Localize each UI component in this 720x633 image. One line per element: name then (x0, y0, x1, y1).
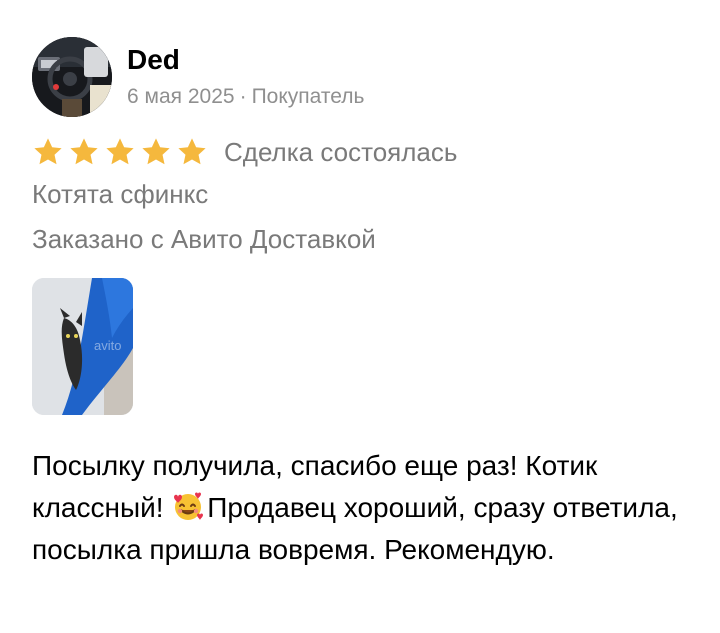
avatar-photo (32, 37, 112, 117)
rating-stars (32, 136, 208, 168)
item-title[interactable]: Котята сфинкс (32, 178, 208, 210)
star-icon (106, 138, 134, 165)
review-photo-image: avito (32, 278, 133, 415)
star-icon (142, 138, 170, 165)
author-role: Покупатель (251, 85, 365, 108)
rating-row: Сделка состоялась (32, 134, 457, 170)
meta-separator: · (239, 85, 247, 108)
star-icon (178, 138, 206, 165)
author-name[interactable]: Ded (127, 44, 180, 76)
author-avatar[interactable] (32, 37, 112, 117)
star-icon (70, 138, 98, 165)
review-date: 6 мая 2025 (127, 85, 235, 108)
photo-watermark: avito (94, 338, 121, 353)
star-icon (34, 138, 62, 165)
review-photo[interactable]: avito (32, 278, 133, 415)
review-card: Ded 6 мая 2025 · Покупатель Сделка состоял… (0, 0, 720, 633)
deal-status: Сделка состоялась (224, 137, 458, 167)
smiling-face-with-hearts-icon (174, 492, 204, 520)
review-text: Посылку получила, спасибо еще раз! Котик… (32, 445, 692, 571)
review-meta: 6 мая 2025 · Покупатель (127, 84, 364, 110)
delivery-info: Заказано с Авито Доставкой (32, 224, 376, 254)
